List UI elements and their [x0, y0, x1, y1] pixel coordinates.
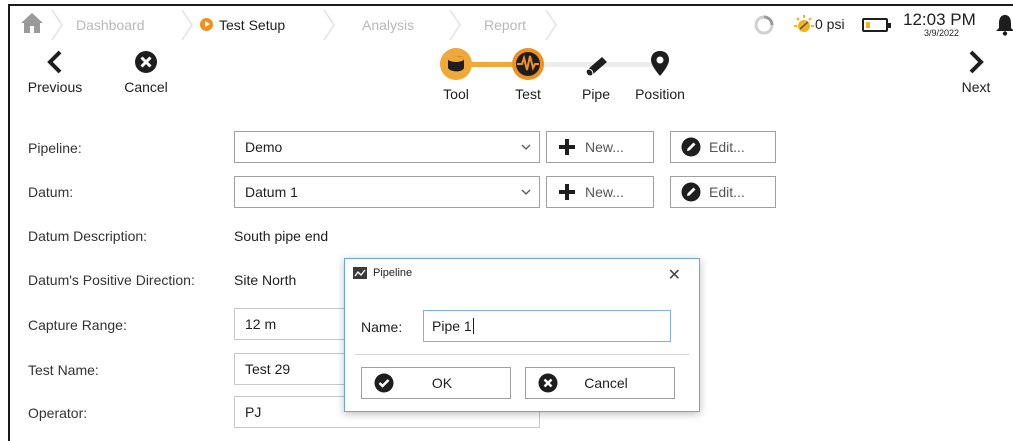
- close-circle-icon: [538, 373, 558, 393]
- dialog-divider: [355, 354, 689, 355]
- previous-button[interactable]: Previous: [24, 50, 86, 95]
- dialog-cancel-button[interactable]: Cancel: [525, 367, 675, 399]
- dialog-title-bar: Pipeline: [353, 267, 412, 279]
- wizard-steps: Tool Test Pipe Position: [430, 48, 730, 104]
- gauge-sun-icon: [794, 15, 814, 32]
- app-icon: [353, 267, 367, 279]
- capture-range-value: 12 m: [245, 316, 277, 332]
- clock-date: 3/9/2022: [924, 28, 960, 38]
- pipeline-label: Pipeline:: [28, 140, 82, 156]
- datum-new-button[interactable]: New...: [546, 176, 654, 208]
- battery-icon: [862, 18, 891, 32]
- chevron-down-icon: [521, 144, 531, 150]
- pipeline-new-button[interactable]: New...: [546, 131, 654, 163]
- next-button[interactable]: Next: [948, 50, 1004, 95]
- clock-time: 12:03 PM: [903, 10, 976, 29]
- plus-icon: [559, 184, 575, 200]
- close-circle-icon: [135, 51, 157, 73]
- play-icon: [200, 18, 213, 31]
- dialog-title: Pipeline: [373, 267, 413, 279]
- step-test-marker: [512, 48, 544, 80]
- datum-edit-label: Edit...: [709, 184, 745, 200]
- breadcrumb-test-setup-label: Test Setup: [219, 17, 286, 33]
- pipe-icon: [585, 57, 607, 77]
- loading-spinner-icon: [754, 15, 774, 35]
- pipeline-select-value: Demo: [245, 139, 283, 155]
- step-pipe-marker: [580, 48, 612, 80]
- cancel-button[interactable]: Cancel: [118, 50, 174, 95]
- capture-range-label: Capture Range:: [28, 317, 127, 333]
- plus-icon: [559, 139, 575, 155]
- dialog-name-label: Name:: [361, 319, 403, 335]
- breadcrumb-report[interactable]: Report: [484, 12, 526, 38]
- datum-description-value: South pipe end: [234, 228, 329, 244]
- datum-description-label: Datum Description:: [28, 228, 148, 244]
- dialog-cancel-label: Cancel: [584, 375, 628, 391]
- pipeline-edit-button[interactable]: Edit...: [670, 131, 776, 163]
- test-name-value: Test 29: [245, 361, 291, 377]
- datum-select[interactable]: Datum 1: [234, 176, 540, 208]
- cancel-label: Cancel: [124, 79, 168, 95]
- breadcrumb-separator: [449, 10, 461, 40]
- pipeline-dialog: Pipeline ✕ Name: Pipe 1 OK Cancel: [344, 258, 700, 412]
- datum-direction-value: Site North: [234, 272, 297, 288]
- breadcrumb-separator: [51, 10, 63, 40]
- step-tool[interactable]: Tool: [426, 48, 486, 102]
- previous-label: Previous: [27, 79, 83, 95]
- test-name-label: Test Name:: [28, 362, 99, 378]
- step-pipe-label: Pipe: [581, 86, 611, 102]
- pipeline-select[interactable]: Demo: [234, 131, 540, 163]
- breadcrumb-dashboard[interactable]: Dashboard: [76, 12, 145, 38]
- step-test-label: Test: [515, 86, 541, 102]
- chevron-right-icon: [969, 50, 984, 74]
- datum-edit-button[interactable]: Edit...: [670, 176, 776, 208]
- edit-pencil-icon: [681, 137, 701, 157]
- operator-value: PJ: [245, 404, 262, 420]
- wizard-toolbar: Previous Cancel Tool Test Pipe Position …: [10, 46, 1013, 108]
- check-circle-icon: [374, 373, 394, 393]
- breadcrumb-separator: [323, 10, 335, 40]
- location-pin-icon: [651, 51, 669, 76]
- chevron-left-icon: [47, 50, 62, 74]
- edit-pencil-icon: [681, 182, 701, 202]
- step-tool-marker: [440, 48, 472, 80]
- chevron-down-icon: [521, 189, 531, 195]
- operator-label: Operator:: [28, 405, 88, 421]
- waveform-icon: [516, 52, 540, 76]
- datum-label: Datum:: [28, 184, 74, 200]
- breadcrumb-analysis[interactable]: Analysis: [362, 12, 414, 38]
- text-cursor: [472, 318, 474, 334]
- pipeline-new-label: New...: [585, 139, 624, 155]
- step-test[interactable]: Test: [498, 48, 558, 102]
- app-window: Dashboard Test Setup Analysis Report 0 p…: [8, 4, 1013, 441]
- breadcrumb-separator: [545, 10, 557, 40]
- top-bar: Dashboard Test Setup Analysis Report 0 p…: [10, 6, 1013, 44]
- home-icon[interactable]: [20, 12, 44, 34]
- step-position[interactable]: Position: [622, 48, 698, 102]
- bell-icon[interactable]: [995, 14, 1013, 36]
- datum-direction-label: Datum's Positive Direction:: [28, 272, 195, 288]
- dialog-ok-button[interactable]: OK: [361, 367, 511, 399]
- dialog-ok-label: OK: [431, 375, 453, 391]
- next-label: Next: [961, 79, 991, 95]
- dialog-close-icon[interactable]: ✕: [668, 265, 681, 285]
- step-pipe[interactable]: Pipe: [566, 48, 626, 102]
- breadcrumb-separator: [181, 10, 193, 40]
- dialog-name-input[interactable]: Pipe 1: [423, 310, 671, 342]
- datum-select-value: Datum 1: [245, 184, 298, 200]
- datum-new-label: New...: [585, 184, 624, 200]
- dialog-name-value: Pipe 1: [432, 318, 472, 334]
- tool-icon: [448, 56, 464, 72]
- step-position-marker: [644, 48, 676, 80]
- breadcrumb-test-setup[interactable]: Test Setup: [200, 12, 285, 38]
- pipeline-edit-label: Edit...: [709, 139, 745, 155]
- pressure-reading: 0 psi: [815, 16, 845, 32]
- step-position-label: Position: [635, 86, 685, 102]
- step-tool-label: Tool: [443, 86, 469, 102]
